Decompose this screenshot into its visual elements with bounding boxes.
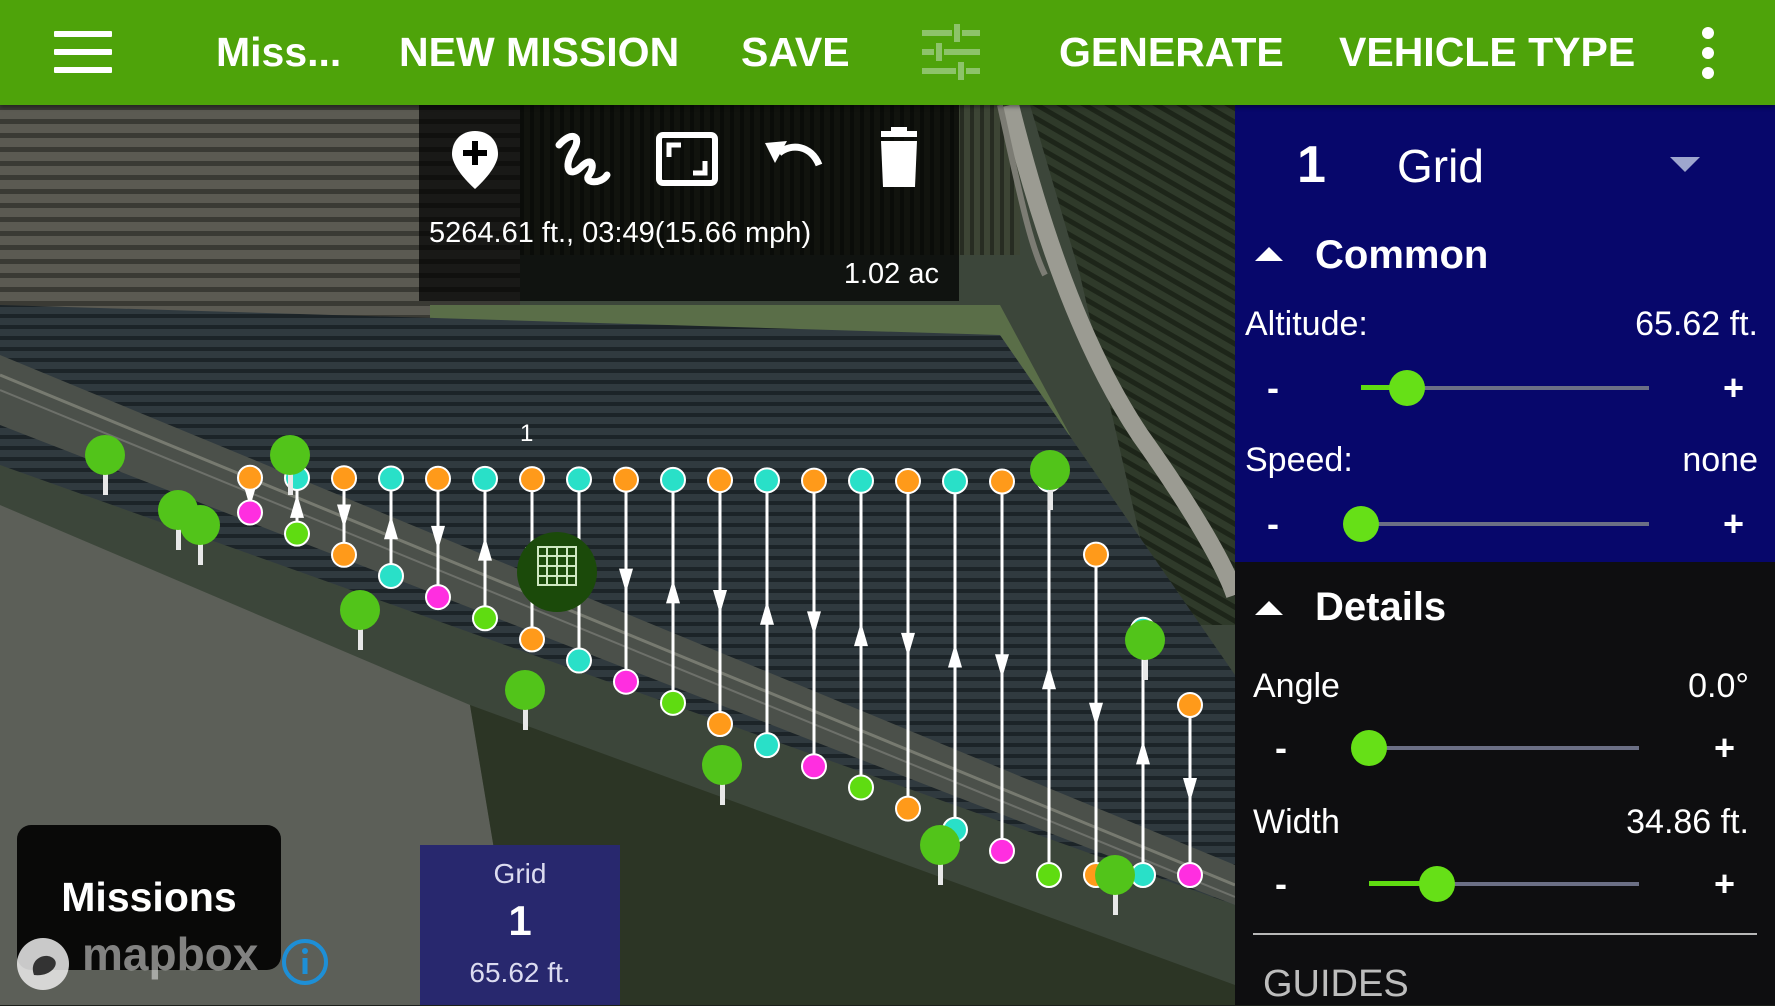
common-settings-section: 1 Grid Common Altitude: 65.62 ft. - + Sp…: [1235, 105, 1775, 562]
width-increase-button[interactable]: +: [1714, 863, 1735, 905]
collapse-arrow-icon[interactable]: [1255, 601, 1283, 615]
angle-slider-thumb[interactable]: [1351, 730, 1387, 766]
new-mission-button[interactable]: NEW MISSION: [399, 0, 679, 105]
waypoint-marker[interactable]: [1083, 541, 1109, 568]
angle-increase-button[interactable]: +: [1714, 727, 1735, 769]
waypoint-marker[interactable]: [848, 774, 874, 801]
width-label: Width: [1253, 803, 1340, 841]
altitude-decrease-button[interactable]: -: [1267, 367, 1279, 409]
mission-area: 1.02 ac: [843, 258, 939, 290]
info-icon[interactable]: [281, 938, 329, 986]
waypoint-marker[interactable]: [942, 468, 968, 495]
altitude-slider-thumb[interactable]: [1389, 370, 1426, 406]
undo-icon[interactable]: [761, 127, 825, 191]
mission-name-title[interactable]: Miss...: [216, 0, 341, 105]
waypoint-marker[interactable]: [331, 465, 357, 492]
waypoint-marker[interactable]: [284, 520, 310, 547]
waypoint-marker[interactable]: [754, 467, 780, 494]
waypoint-marker[interactable]: [848, 467, 874, 494]
top-toolbar: Miss... NEW MISSION SAVE GENERATE VEHICL…: [0, 0, 1775, 105]
waypoint-marker[interactable]: [754, 732, 780, 759]
waypoint-marker[interactable]: [707, 467, 733, 494]
save-button[interactable]: SAVE: [741, 0, 850, 105]
draw-freehand-icon[interactable]: [549, 127, 613, 191]
width-value: 34.86 ft.: [1626, 803, 1749, 841]
mission-item-type: Grid: [493, 858, 547, 889]
generate-button[interactable]: GENERATE: [1059, 0, 1284, 105]
waypoint-marker[interactable]: [331, 541, 357, 568]
speed-slider-thumb[interactable]: [1343, 506, 1379, 542]
waypoint-marker[interactable]: [566, 466, 592, 493]
waypoint-marker[interactable]: [801, 467, 827, 494]
mission-stats: 5264.61 ft., 03:49(15.66 mph): [429, 217, 812, 249]
details-section-title[interactable]: Details: [1315, 585, 1446, 630]
width-slider-thumb[interactable]: [1418, 866, 1455, 902]
speed-increase-button[interactable]: +: [1723, 503, 1744, 545]
waypoint-marker[interactable]: [895, 795, 921, 822]
waypoint-marker[interactable]: [378, 465, 404, 492]
waypoint-marker[interactable]: [425, 465, 451, 492]
grid-item-number: 1: [520, 420, 533, 447]
more-vertical-icon[interactable]: [1700, 27, 1716, 79]
angle-value: 0.0°: [1688, 667, 1749, 705]
waypoint-marker[interactable]: [1177, 692, 1203, 718]
waypoint-marker[interactable]: [895, 468, 921, 495]
angle-label: Angle: [1253, 667, 1340, 705]
waypoint-marker[interactable]: [801, 753, 827, 780]
waypoint-marker[interactable]: [1177, 862, 1203, 888]
map-tools-panel: 5264.61 ft., 03:49(15.66 mph) 1.02 ac: [419, 105, 959, 301]
waypoint-marker[interactable]: [237, 464, 263, 491]
grid-item-marker[interactable]: [517, 532, 597, 612]
item-type-select[interactable]: Grid: [1397, 139, 1484, 193]
angle-decrease-button[interactable]: -: [1275, 727, 1287, 769]
waypoint-marker[interactable]: [519, 626, 545, 653]
section-divider: [1253, 933, 1757, 935]
waypoint-marker[interactable]: [519, 466, 545, 493]
add-marker-icon[interactable]: [443, 127, 507, 191]
waypoint-marker[interactable]: [566, 647, 592, 674]
chevron-down-icon[interactable]: [1670, 157, 1700, 172]
fit-screen-icon[interactable]: [655, 127, 719, 191]
tune-sliders-icon[interactable]: [922, 24, 980, 80]
item-settings-panel: 1 Grid Common Altitude: 65.62 ft. - + Sp…: [1235, 105, 1775, 1005]
altitude-label: Altitude:: [1245, 305, 1368, 343]
collapse-arrow-icon[interactable]: [1255, 247, 1283, 261]
speed-value: none: [1682, 441, 1758, 479]
mapbox-logo-icon: [17, 938, 69, 990]
waypoint-marker[interactable]: [1036, 862, 1062, 888]
altitude-increase-button[interactable]: +: [1723, 367, 1744, 409]
waypoint-marker[interactable]: [660, 466, 686, 493]
waypoint-marker[interactable]: [660, 689, 686, 716]
waypoint-marker[interactable]: [237, 499, 263, 526]
item-index: 1: [1297, 136, 1326, 194]
waypoint-marker[interactable]: [472, 605, 498, 632]
delete-icon[interactable]: [867, 127, 931, 191]
waypoint-marker[interactable]: [425, 584, 451, 611]
speed-decrease-button[interactable]: -: [1267, 503, 1279, 545]
waypoint-marker[interactable]: [613, 668, 639, 695]
vehicle-type-button[interactable]: VEHICLE TYPE: [1339, 0, 1635, 105]
hamburger-menu-icon[interactable]: [54, 31, 112, 73]
waypoint-marker[interactable]: [707, 711, 733, 737]
angle-slider-track[interactable]: [1369, 746, 1639, 750]
speed-slider-track[interactable]: [1361, 522, 1649, 526]
waypoint-marker[interactable]: [989, 468, 1015, 495]
waypoint-marker[interactable]: [613, 466, 639, 493]
mission-item-number: 1: [508, 897, 532, 944]
mapbox-wordmark: mapbox: [82, 928, 259, 980]
waypoint-marker[interactable]: [378, 562, 404, 589]
speed-label: Speed:: [1245, 441, 1353, 479]
waypoint-marker[interactable]: [472, 465, 498, 492]
altitude-value: 65.62 ft.: [1635, 305, 1758, 343]
mission-item-altitude: 65.62 ft.: [469, 957, 571, 988]
width-decrease-button[interactable]: -: [1275, 863, 1287, 905]
waypoint-marker[interactable]: [989, 837, 1015, 864]
mission-item-card-grid[interactable]: Grid 1 65.62 ft.: [420, 845, 620, 1005]
common-section-title[interactable]: Common: [1315, 233, 1488, 278]
guides-section-title[interactable]: GUIDES: [1263, 963, 1409, 1006]
